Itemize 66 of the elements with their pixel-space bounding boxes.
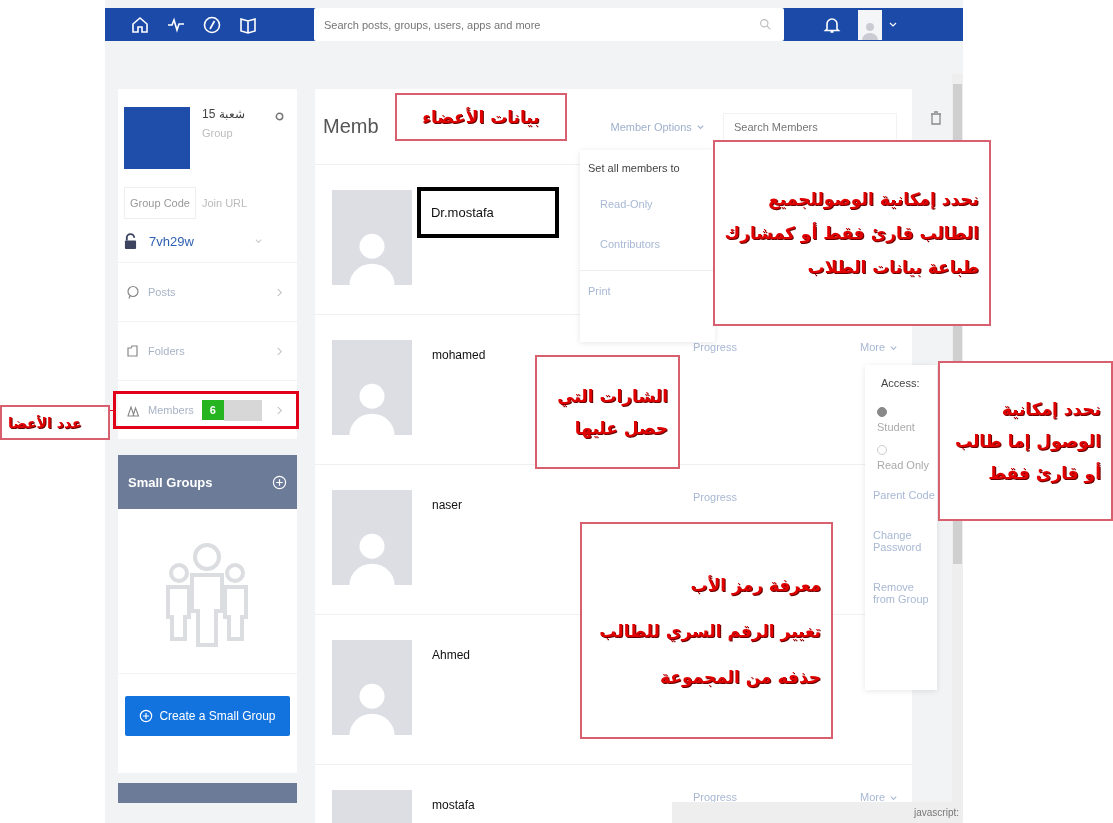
callout-text: أو قارئ فقط — [988, 463, 1101, 483]
create-small-group-button[interactable]: Create a Small Group — [125, 696, 290, 736]
callout-text: الشارات التي — [557, 386, 668, 406]
more-link[interactable]: More — [859, 791, 899, 803]
settings-icon[interactable] — [273, 111, 285, 122]
home-icon[interactable] — [130, 14, 150, 35]
menu-heading: Access: — [880, 377, 921, 391]
callout-text: بيانات الأعضاء — [422, 107, 540, 127]
plus-icon — [139, 709, 154, 723]
group-subtitle: Group — [202, 127, 234, 139]
member-name[interactable]: mohamed — [431, 348, 486, 362]
chat-icon — [126, 285, 140, 299]
search-members-field[interactable]: Search Members — [722, 112, 897, 141]
members-title: Memb — [322, 115, 379, 138]
menu-item[interactable]: Parent Code — [873, 475, 937, 515]
small-groups-title: Small Groups — [128, 474, 213, 490]
people-icon — [126, 403, 140, 417]
member-name[interactable]: naser — [431, 498, 462, 512]
callout-text: طباعة بيانات الطلاب — [807, 257, 979, 277]
menu-heading: Set all members to — [587, 162, 681, 176]
chevron-icon — [275, 345, 283, 357]
search-field[interactable]: Search posts, groups, users, apps and more — [314, 8, 784, 41]
progress-link[interactable]: Progress — [692, 791, 737, 803]
callout-text: عدد الأعضا — [8, 414, 82, 431]
badge-bar — [223, 399, 262, 421]
callout-text: الوصول إما طالب — [954, 431, 1101, 451]
caret-icon — [889, 343, 899, 353]
access-radio[interactable]: Read Only — [873, 437, 937, 475]
chevron-icon — [275, 404, 283, 416]
nav-item[interactable]: Folders — [118, 321, 297, 380]
callout-text: معرفة رمز الأب — [690, 574, 821, 595]
compass-icon[interactable] — [202, 14, 222, 35]
avatar[interactable] — [858, 9, 882, 40]
callout-text: حصل عليها — [574, 418, 668, 438]
group-code: 7vh29w — [149, 234, 195, 249]
member-name[interactable]: Ahmed — [431, 648, 470, 662]
status-bar: javascript: — [672, 802, 962, 823]
folder-icon — [126, 344, 140, 358]
menu-item[interactable]: Read-Only — [580, 184, 715, 224]
callout-text: نحدد إمكانية الوصوللجميع — [768, 189, 979, 209]
callout-text: حذفه من المجموعة — [660, 666, 821, 687]
member-options-link[interactable]: Member Options — [610, 120, 723, 133]
trash-icon[interactable] — [929, 111, 942, 125]
more-link[interactable]: More — [859, 341, 899, 353]
group-thumbnail — [124, 107, 190, 169]
menu-item[interactable]: Remove from Group — [873, 567, 937, 619]
callout-text: نحدد إمكانية — [1001, 399, 1101, 419]
code-tab[interactable]: Group Code — [124, 187, 196, 219]
group-title: شعبة 15 — [202, 107, 246, 121]
member-name[interactable]: mostafa — [431, 798, 475, 812]
menu-item[interactable]: Change Password — [873, 515, 937, 567]
progress-link[interactable]: Progress — [692, 491, 737, 503]
menu-item[interactable]: Contributors — [580, 224, 715, 264]
callout-text: تغيير الرقم السري للطالب — [599, 620, 821, 641]
progress-link[interactable]: Progress — [692, 341, 737, 353]
callout-text: الطالب قارئ فقط أو كمشارك — [724, 223, 979, 243]
radio-icon[interactable] — [877, 407, 887, 417]
caret-icon — [889, 793, 899, 803]
nav-item[interactable]: Members 6 — [118, 380, 297, 439]
member-count-badge: 6 — [201, 400, 224, 420]
lock-icon — [124, 233, 137, 250]
nav-item[interactable]: Posts — [118, 262, 297, 321]
access-radio[interactable]: Student — [873, 399, 937, 437]
plus-icon[interactable] — [271, 474, 287, 490]
chevron-icon — [275, 286, 283, 298]
member-name[interactable]: Dr.mostafa — [416, 187, 559, 238]
